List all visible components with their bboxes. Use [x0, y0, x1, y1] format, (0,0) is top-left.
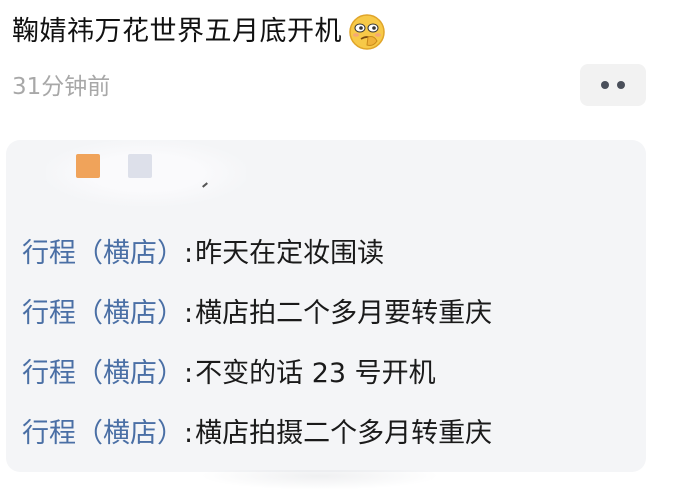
- itinerary-label: 行程（横店）: [22, 358, 184, 389]
- more-options-button[interactable]: [580, 64, 646, 106]
- post-title-row: 鞠婧祎万花世界五月底开机: [12, 12, 386, 52]
- list-item: 行程（横店） : 不变的话 23 号开机: [22, 352, 642, 412]
- blurred-avatar: [128, 154, 152, 178]
- quoted-user-row: [6, 140, 646, 220]
- blurred-avatar: [76, 154, 100, 178]
- thinking-face-emoji-icon: [348, 13, 386, 51]
- itinerary-text: 不变的话 23 号开机: [195, 358, 436, 389]
- list-item: 行程（横店） : 昨天在定妆围读: [22, 232, 642, 292]
- itinerary-label: 行程（横店）: [22, 238, 184, 269]
- itinerary-colon: :: [184, 358, 194, 389]
- itinerary-text: 昨天在定妆围读: [195, 238, 385, 269]
- list-item: 行程（横店） : 横店拍摄二个多月转重庆: [22, 412, 642, 472]
- more-dots-icon: [617, 81, 625, 89]
- more-dots-icon: [601, 81, 609, 89]
- watermark-fade: [200, 470, 440, 490]
- itinerary-colon: :: [184, 238, 194, 269]
- itinerary-text: 横店拍摄二个多月转重庆: [195, 418, 493, 449]
- itinerary-colon: :: [184, 418, 194, 449]
- post-title: 鞠婧祎万花世界五月底开机: [12, 16, 342, 47]
- itinerary-label: 行程（横店）: [22, 418, 184, 449]
- list-item: 行程（横店） : 横店拍二个多月要转重庆: [22, 292, 642, 352]
- itinerary-label: 行程（横店）: [22, 298, 184, 329]
- itinerary-colon: :: [184, 298, 194, 329]
- post-timestamp: 31分钟前: [12, 74, 111, 100]
- itinerary-list: 行程（横店） : 昨天在定妆围读 行程（横店） : 横店拍二个多月要转重庆 行程…: [22, 232, 642, 472]
- itinerary-text: 横店拍二个多月要转重庆: [195, 298, 493, 329]
